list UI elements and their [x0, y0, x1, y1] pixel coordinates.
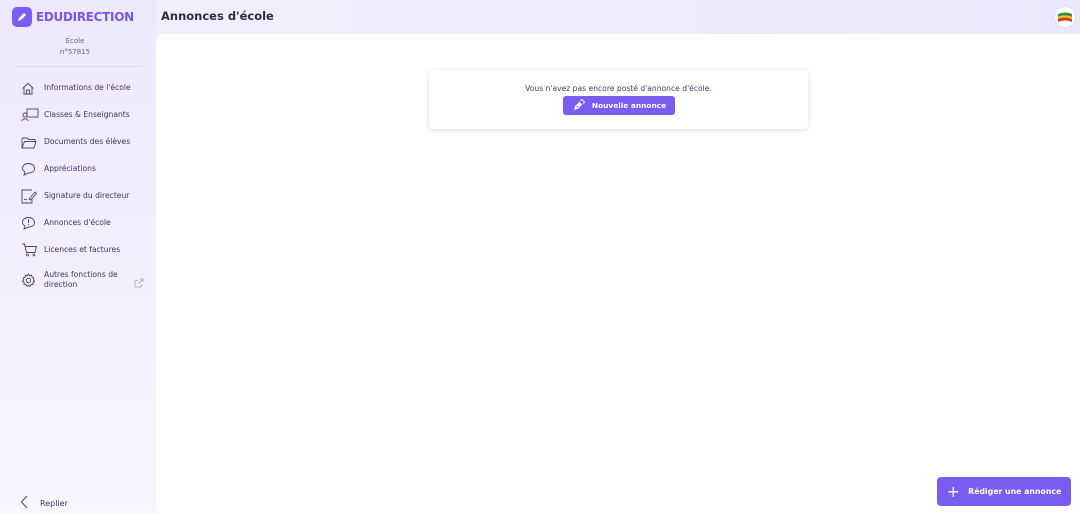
fountain-pen-icon [572, 99, 585, 112]
sidebar-item-appreciations[interactable]: Appréciations [14, 157, 150, 181]
pen-logo-icon [12, 7, 32, 27]
school-info: École n°57815 [0, 36, 150, 58]
sidebar-item-label: Annonces d'école [44, 218, 111, 227]
compose-announcement-button[interactable]: + Rédiger une annonce [937, 477, 1071, 506]
app-logo[interactable]: EDUDIRECTION [12, 6, 134, 28]
external-link-icon [134, 273, 144, 292]
school-label: École [65, 37, 85, 45]
sidebar: EDUDIRECTION École n°57815 Informations … [0, 0, 156, 514]
sidebar-item-label: Signature du directeur [44, 191, 130, 200]
logo-text: EDUDIRECTION [36, 10, 134, 24]
sidebar-item-classes[interactable]: Classes & Enseignants [14, 103, 150, 127]
sidebar-item-signature[interactable]: Signature du directeur [14, 184, 150, 208]
school-number: n°57815 [59, 48, 91, 56]
empty-state-card: Vous n'avez pas encore posté d'annonce d… [429, 70, 808, 129]
sidebar-item-label: Appréciations [44, 164, 96, 173]
empty-state-message: Vous n'avez pas encore posté d'annonce d… [525, 84, 712, 93]
cart-icon [14, 240, 44, 260]
chat-bubble-icon [14, 159, 44, 179]
announcement-icon [14, 213, 44, 233]
signature-icon [14, 186, 44, 206]
new-announcement-label: Nouvelle annonce [591, 101, 667, 110]
sidebar-item-announcements[interactable]: Annonces d'école [14, 211, 150, 235]
sidebar-item-licences[interactable]: Licences et factures [14, 238, 150, 262]
plus-icon: + [946, 481, 961, 501]
sidebar-item-documents[interactable]: Documents des élèves [14, 130, 150, 154]
sidebar-divider [14, 66, 142, 67]
compose-announcement-label: Rédiger une annonce [968, 487, 1062, 496]
language-flag-icon[interactable] [1055, 7, 1075, 27]
collapse-sidebar-button[interactable]: Replier [20, 494, 68, 513]
sidebar-item-school-info[interactable]: Informations de l'école [14, 76, 150, 100]
page-title: Annonces d'école [161, 9, 274, 23]
sidebar-item-label: Informations de l'école [44, 83, 131, 92]
sidebar-item-label: Classes & Enseignants [44, 110, 130, 119]
collapse-label: Replier [40, 499, 68, 508]
sidebar-item-other-functions[interactable]: Autres fonctions de direction [14, 266, 150, 294]
sidebar-item-label: Licences et factures [44, 245, 121, 254]
teacher-icon [14, 105, 44, 125]
main-content: Vous n'avez pas encore posté d'annonce d… [156, 34, 1080, 514]
folder-icon [14, 132, 44, 152]
sidebar-item-label: Documents des élèves [44, 137, 131, 146]
gear-icon [14, 270, 44, 290]
new-announcement-button[interactable]: Nouvelle annonce [563, 96, 675, 115]
home-icon [14, 78, 44, 98]
sidebar-item-label: Autres fonctions de direction [44, 270, 118, 289]
chevron-left-icon [20, 494, 28, 513]
